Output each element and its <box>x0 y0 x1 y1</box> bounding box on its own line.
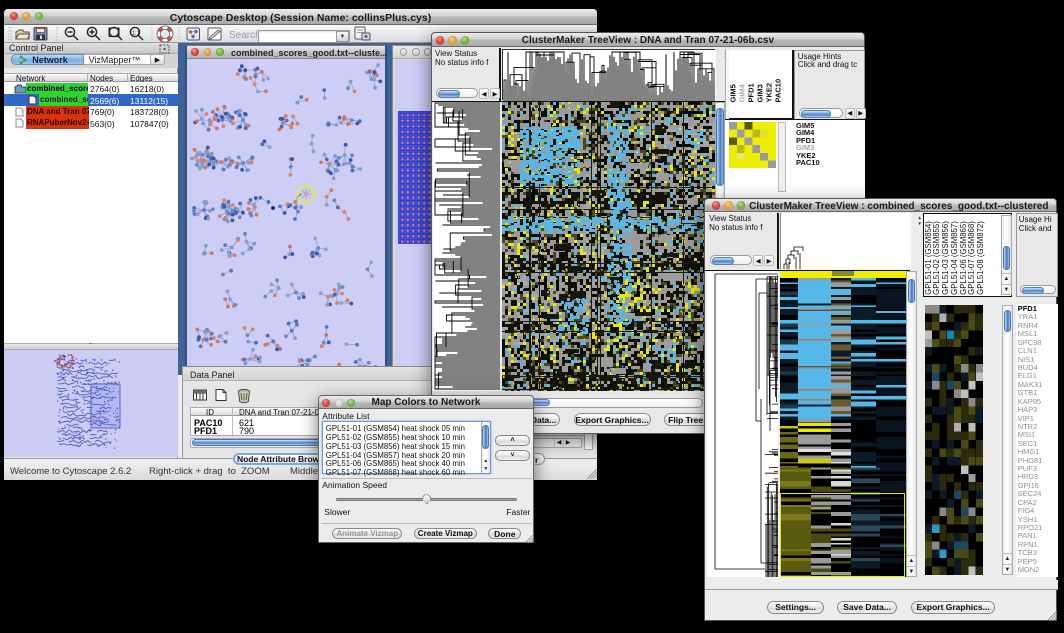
svg-text:1:1: 1:1 <box>132 31 140 37</box>
